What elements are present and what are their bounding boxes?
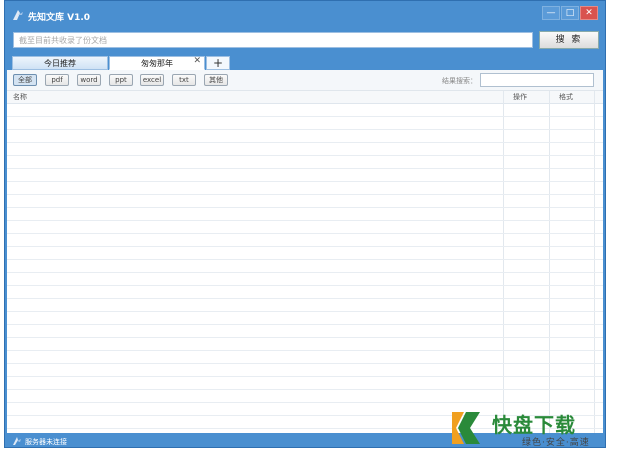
watermark-subtitle: 绿色·安全·高速 <box>522 438 590 448</box>
result-search-label: 结果搜索： <box>442 77 477 85</box>
maximize-button[interactable]: □ <box>561 6 579 20</box>
tab-congcong-nanian[interactable]: 匆匆那年 ✕ <box>109 56 205 70</box>
tab-today-recommend[interactable]: 今日推荐 <box>12 56 108 70</box>
file-list[interactable] <box>7 104 603 433</box>
main-content: 全部 pdf word ppt excel txt 其他 结果搜索： 名称 操作… <box>7 70 603 433</box>
window-title: 先知文库 V1.0 <box>28 13 91 23</box>
add-tab-button[interactable]: + <box>206 56 230 70</box>
column-header-format[interactable]: 格式 <box>559 92 573 102</box>
search-input[interactable] <box>14 33 532 47</box>
tab-close-icon[interactable]: ✕ <box>193 55 201 68</box>
filter-other-button[interactable]: 其他 <box>204 74 228 86</box>
close-button[interactable]: ✕ <box>580 6 598 20</box>
minimize-button[interactable]: — <box>542 6 560 20</box>
tab-label: 今日推荐 <box>44 59 76 68</box>
search-field[interactable] <box>13 32 533 48</box>
watermark-title: 快盘下载 <box>492 413 576 437</box>
search-button[interactable]: 搜 索 <box>539 31 599 49</box>
watermark: 快盘下载 绿色·安全·高速 <box>446 408 616 452</box>
filter-txt-button[interactable]: txt <box>172 74 196 86</box>
column-header-name[interactable]: 名称 <box>13 92 27 102</box>
filter-word-button[interactable]: word <box>77 74 101 86</box>
filter-excel-button[interactable]: excel <box>140 74 164 86</box>
watermark-logo-icon <box>452 412 480 444</box>
app-logo-icon <box>13 10 23 20</box>
filter-pdf-button[interactable]: pdf <box>45 74 69 86</box>
status-text: 服务器未连接 <box>25 438 67 446</box>
tab-label: 匆匆那年 <box>141 59 173 68</box>
column-header-action[interactable]: 操作 <box>513 92 527 102</box>
app-window: 先知文库 V1.0 — □ ✕ 搜 索 今日推荐 匆匆那年 ✕ + 全部 pdf… <box>4 0 606 448</box>
title-bar[interactable]: 先知文库 V1.0 — □ ✕ <box>5 1 605 29</box>
filter-bar: 全部 pdf word ppt excel txt 其他 结果搜索： <box>7 70 603 91</box>
filter-ppt-button[interactable]: ppt <box>109 74 133 86</box>
server-status-icon <box>13 437 21 445</box>
filter-all-button[interactable]: 全部 <box>13 74 37 86</box>
result-search-input[interactable] <box>480 73 594 87</box>
table-header: 名称 操作 格式 <box>7 91 603 104</box>
